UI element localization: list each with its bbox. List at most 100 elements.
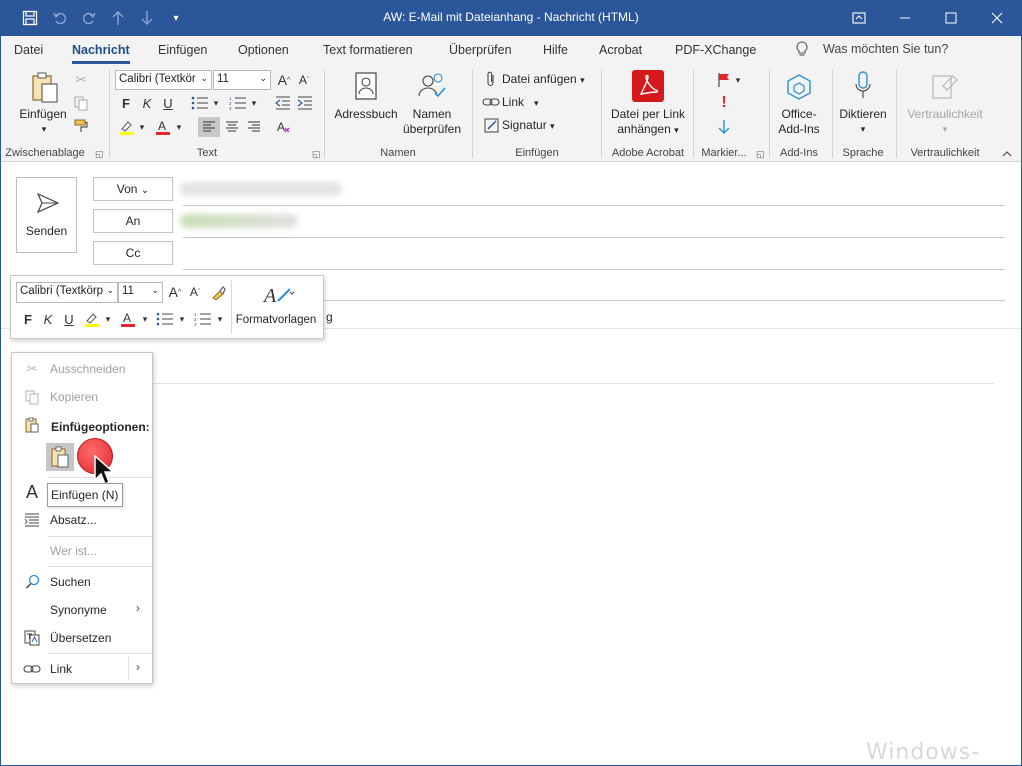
copy-icon[interactable] — [73, 95, 89, 111]
address-book-icon[interactable] — [352, 71, 380, 101]
align-left-icon[interactable] — [198, 117, 220, 137]
chevron-down-icon[interactable]: ▾ — [34, 122, 54, 137]
chevron-down-icon[interactable]: ▾ — [211, 96, 221, 110]
office-addins-button[interactable]: Office- Add-Ins — [770, 107, 828, 137]
address-book-button[interactable]: Adressbuch — [331, 107, 401, 122]
mini-font-name-combo[interactable]: Calibri (Textkörp ⌄ — [16, 282, 118, 303]
mini-italic-icon[interactable]: K — [41, 311, 55, 327]
tab-optionen[interactable]: Optionen — [238, 43, 289, 57]
numbering-icon[interactable]: 123 — [228, 95, 248, 111]
acrobat-icon[interactable] — [632, 70, 664, 102]
from-button[interactable]: Von ⌄ — [93, 177, 173, 201]
mini-bullets-icon[interactable] — [155, 311, 175, 327]
mini-numbering-icon[interactable]: 123 — [193, 311, 213, 327]
chevron-down-icon[interactable]: ▾ — [853, 122, 873, 137]
minimize-button[interactable] — [882, 0, 928, 36]
menu-item-search[interactable]: Suchen — [50, 575, 91, 589]
to-button[interactable]: An — [93, 209, 173, 233]
increase-indent-icon[interactable] — [296, 95, 314, 111]
clear-formatting-icon[interactable]: A — [275, 118, 293, 136]
paste-button[interactable]: Einfügen — [16, 107, 70, 122]
underline-icon[interactable]: U — [161, 95, 175, 111]
tab-hilfe[interactable]: Hilfe — [543, 43, 568, 57]
shrink-font-icon[interactable]: Aˇ — [296, 71, 312, 89]
italic-icon[interactable]: K — [140, 95, 154, 111]
sensitivity-icon[interactable] — [930, 71, 960, 101]
tab-nachricht[interactable]: Nachricht — [72, 43, 130, 57]
menu-item-translate[interactable]: Übersetzen — [50, 631, 111, 645]
check-names-icon[interactable] — [415, 71, 449, 103]
mini-shrink-font-icon[interactable]: Aˇ — [187, 283, 203, 301]
close-button[interactable] — [974, 0, 1020, 36]
tab-text-formatieren[interactable]: Text formatieren — [323, 43, 413, 57]
tab-pdf-xchange[interactable]: PDF-XChange — [675, 43, 756, 57]
flag-icon[interactable] — [716, 72, 732, 88]
font-size-combo[interactable]: 11 ⌄ — [213, 70, 271, 90]
grow-font-icon[interactable]: A ^ — [276, 71, 292, 89]
bullets-icon[interactable] — [190, 95, 210, 111]
menu-item-synonyms[interactable]: Synonyme — [50, 603, 107, 617]
sensitivity-button[interactable]: Vertraulichkeit — [900, 107, 990, 122]
menu-item-paragraph[interactable]: Absatz... — [50, 513, 97, 527]
attach-file-button[interactable]: Datei anfügen ▾ — [502, 72, 585, 86]
cut-icon[interactable]: ✂ — [73, 72, 89, 88]
mini-highlight-icon[interactable] — [83, 310, 101, 328]
mini-underline-icon[interactable]: U — [62, 311, 76, 327]
format-painter-icon[interactable] — [73, 118, 89, 134]
menu-item-link[interactable]: Link — [50, 662, 72, 676]
mini-font-color-icon[interactable]: A — [119, 310, 137, 328]
paste-icon[interactable] — [28, 70, 62, 106]
cc-button[interactable]: Cc — [93, 241, 173, 265]
font-color-icon[interactable]: A — [154, 118, 172, 136]
tell-me-search[interactable]: Was möchten Sie tun? — [823, 42, 948, 56]
tab-einfuegen[interactable]: Einfügen — [158, 43, 207, 57]
paste-option-keep-source-button[interactable] — [46, 443, 74, 471]
collapse-ribbon-icon[interactable] — [1000, 148, 1014, 160]
font-name-combo[interactable]: Calibri (Textkör ⌄ — [115, 70, 212, 90]
dialog-launcher-icon[interactable]: ◱ — [756, 149, 765, 160]
chevron-down-icon[interactable]: ▾ — [140, 312, 150, 326]
chevron-down-icon[interactable]: ▾ — [137, 120, 147, 134]
align-right-icon[interactable] — [244, 117, 264, 137]
high-importance-icon[interactable]: ! — [717, 94, 731, 112]
mini-format-painter-icon[interactable] — [209, 283, 227, 301]
chevron-right-icon[interactable]: › — [136, 660, 140, 674]
chevron-down-icon[interactable]: ▾ — [103, 312, 113, 326]
menu-item-who-is[interactable]: Wer ist... — [50, 544, 97, 558]
maximize-button[interactable] — [928, 0, 974, 36]
low-importance-icon[interactable] — [716, 118, 732, 136]
chevron-down-icon[interactable]: ▾ — [249, 96, 259, 110]
chevron-down-icon[interactable]: ▾ — [935, 122, 955, 137]
chevron-down-icon[interactable]: ▾ — [215, 312, 225, 326]
styles-button[interactable]: Formatvorlagen — [233, 313, 319, 328]
to-recipient-redacted[interactable] — [180, 214, 298, 228]
ribbon-display-icon[interactable] — [836, 0, 882, 36]
tab-ueberpruefen[interactable]: Überprüfen — [449, 43, 512, 57]
send-button[interactable]: Senden — [16, 177, 77, 253]
link-button[interactable]: Link ▾ — [502, 95, 539, 109]
mini-font-size-combo[interactable]: 11 ⌄ — [118, 282, 163, 303]
signature-button[interactable]: Signatur ▾ — [502, 118, 555, 132]
tab-datei[interactable]: Datei — [14, 43, 43, 57]
align-center-icon[interactable] — [222, 117, 242, 137]
subject-text-tail[interactable]: g — [326, 310, 333, 324]
highlight-icon[interactable] — [118, 118, 136, 136]
chevron-down-icon[interactable]: ▾ — [177, 312, 187, 326]
check-names-button[interactable]: Namen überprüfen — [400, 107, 464, 137]
chevron-down-icon[interactable]: ▾ — [733, 74, 743, 86]
mini-bold-icon[interactable]: F — [21, 311, 35, 327]
dialog-launcher-icon[interactable]: ◱ — [95, 149, 104, 160]
office-addins-icon[interactable] — [784, 72, 814, 102]
decrease-indent-icon[interactable] — [274, 95, 292, 111]
chevron-down-icon[interactable]: ▾ — [174, 120, 184, 134]
styles-icon[interactable]: A — [261, 282, 297, 308]
dictate-button[interactable]: Diktieren — [834, 107, 892, 122]
tab-acrobat[interactable]: Acrobat — [599, 43, 642, 57]
dialog-launcher-icon[interactable]: ◱ — [312, 149, 321, 160]
menu-item-copy[interactable]: Kopieren — [50, 390, 98, 404]
microphone-icon[interactable] — [852, 70, 874, 102]
attach-by-link-button[interactable]: Datei per Link anhängen ▾ — [606, 107, 690, 138]
mini-grow-font-icon[interactable]: A ^ — [167, 283, 183, 301]
menu-item-cut[interactable]: Ausschneiden — [50, 362, 125, 376]
bold-icon[interactable]: F — [119, 95, 133, 111]
